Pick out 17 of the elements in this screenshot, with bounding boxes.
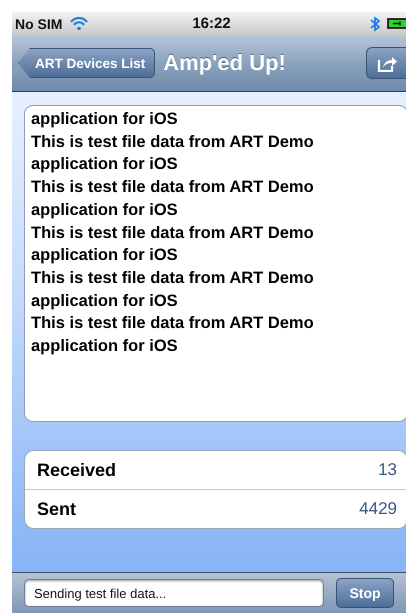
stat-label: Received bbox=[37, 460, 116, 480]
screen-title: Amp'ed Up! bbox=[163, 50, 287, 76]
stat-value: 4429 bbox=[359, 499, 397, 519]
carrier-label: No SIM bbox=[15, 16, 62, 32]
share-icon bbox=[377, 54, 398, 72]
battery-icon bbox=[387, 18, 406, 29]
clock-time: 16:22 bbox=[192, 15, 231, 32]
stat-label: Sent bbox=[37, 498, 76, 520]
log-text-area[interactable] bbox=[24, 105, 406, 422]
stop-button[interactable]: Stop bbox=[336, 578, 394, 608]
log-text: application for iOS This is test file data from ART Demo application for iOS This is test file data from ART Demo application for iOS This is test file data from ART Demo application for iOS This is test file data from ART Demo application for iOS This is test file data from ART Demo application for iOS bbox=[31, 109, 315, 358]
back-button[interactable]: ART Devices List bbox=[18, 48, 156, 78]
stat-value: 13 bbox=[378, 460, 397, 480]
bluetooth-icon bbox=[369, 16, 381, 32]
status-field[interactable]: Sending test file data... bbox=[24, 579, 324, 607]
share-button[interactable] bbox=[366, 47, 406, 79]
wifi-icon bbox=[70, 17, 88, 30]
